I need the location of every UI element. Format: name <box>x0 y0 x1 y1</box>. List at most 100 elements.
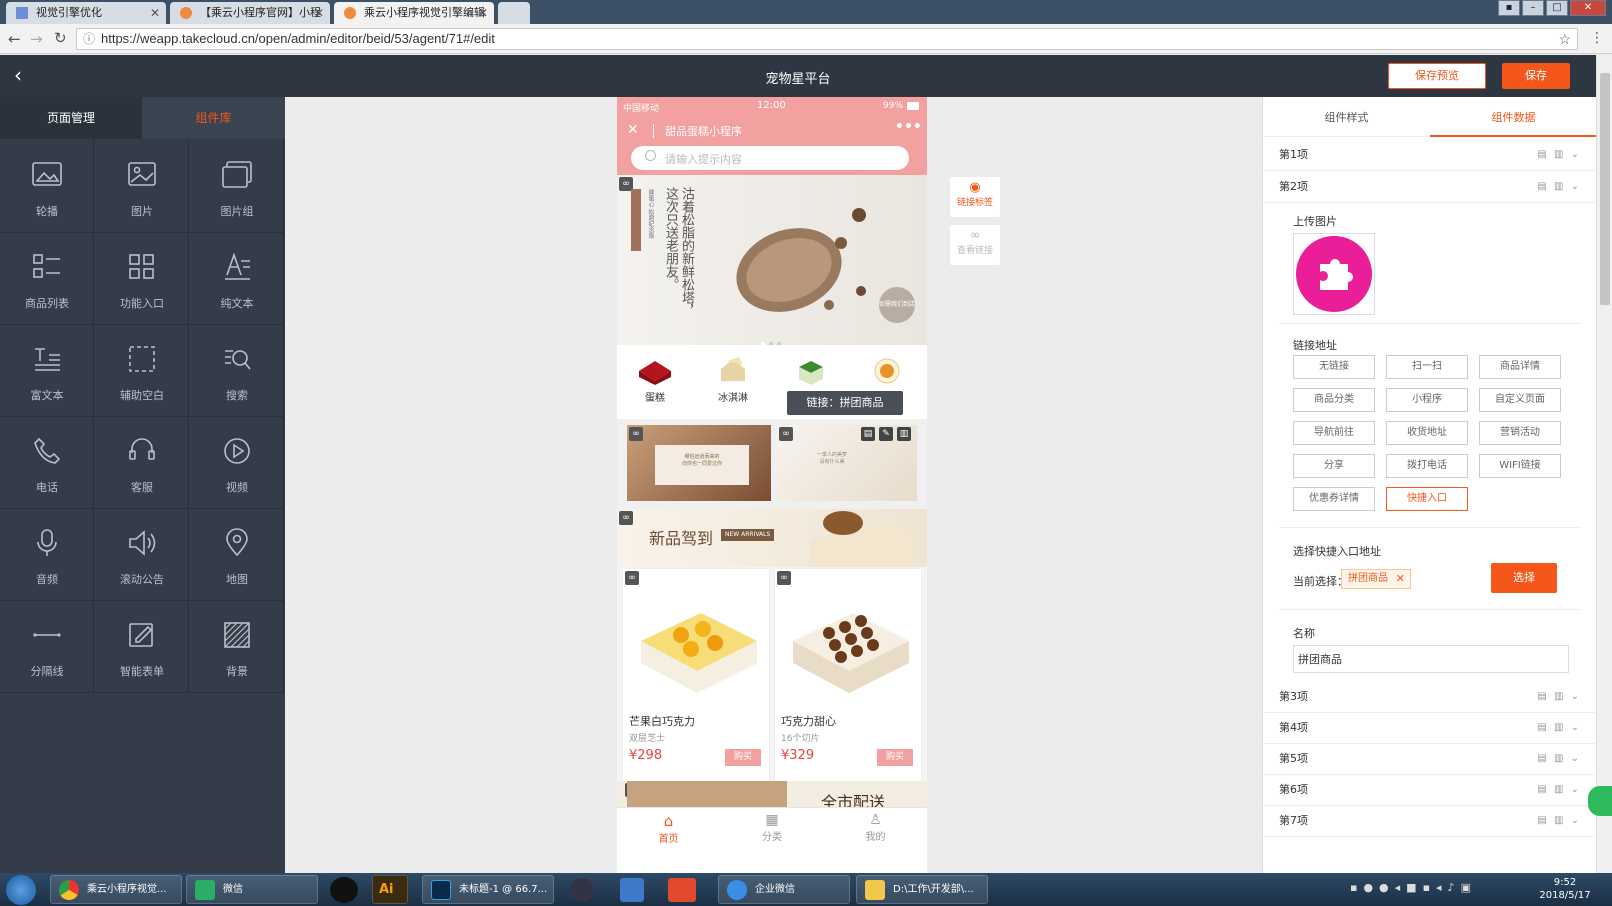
link-type-button[interactable]: 营销活动 <box>1479 421 1561 445</box>
link-type-button[interactable]: 商品分类 <box>1293 388 1375 412</box>
link-type-button[interactable]: 优惠券详情 <box>1293 487 1375 511</box>
tab-home[interactable]: ⌂ 首页 <box>617 812 720 845</box>
tab-category[interactable]: ▦ 分类 <box>720 812 824 843</box>
component-background[interactable]: 背景 <box>190 599 284 693</box>
product-card[interactable]: ∞ 巧克力甜心 16个切片 ¥329 购买 <box>775 569 921 782</box>
browser-tab[interactable]: 【乘云小程序官网】小程 ✕ <box>170 2 330 24</box>
browser-tab[interactable]: 视觉引擎优化 ✕ <box>6 2 166 24</box>
close-icon[interactable]: ✕ <box>627 122 639 138</box>
name-input[interactable] <box>1293 645 1569 673</box>
component-function-entry[interactable]: 功能入口 <box>95 231 189 325</box>
row-actions[interactable]: ▤ ▥ ⌄ <box>1537 743 1581 775</box>
link-type-button[interactable]: 扫一扫 <box>1386 355 1468 379</box>
taskbar-item[interactable]: 乘云小程序视觉... <box>50 875 182 904</box>
tab-component-data[interactable]: 组件数据 <box>1430 97 1596 137</box>
link-type-button[interactable]: 拨打电话 <box>1386 454 1468 478</box>
link-type-button[interactable]: 自定义页面 <box>1479 388 1561 412</box>
view-link-tool[interactable]: ∞ 查看链接 <box>950 225 1000 265</box>
search-input[interactable]: 请输入提示内容 <box>631 146 909 170</box>
back-icon[interactable]: ← <box>8 30 21 48</box>
save-button[interactable]: 保存 <box>1502 63 1570 89</box>
buy-button[interactable]: 购买 <box>877 749 913 766</box>
app-icon[interactable] <box>570 878 594 902</box>
row-actions[interactable]: ▤ ▥ ⌄ <box>1537 139 1581 171</box>
tab-page-management[interactable]: 页面管理 <box>0 97 142 139</box>
close-tab-icon[interactable]: ✕ <box>150 2 160 24</box>
close-window-icon[interactable]: ✕ <box>1570 0 1606 16</box>
upload-image-box[interactable] <box>1293 233 1375 315</box>
item-row[interactable]: 第7项 ▤ ▥ ⌄ <box>1263 805 1596 837</box>
edit-icon[interactable]: ✎ <box>879 427 893 441</box>
link-type-button[interactable]: 小程序 <box>1386 388 1468 412</box>
component-search[interactable]: 搜索 <box>190 323 284 417</box>
component-microphone[interactable]: 音频 <box>0 507 94 601</box>
taskbar-item[interactable]: 企业微信 <box>718 875 850 904</box>
promo-image[interactable]: ∞ 一季人的美梦 没有什么美 ▤ ✎ ▥ <box>777 425 917 501</box>
row-actions[interactable]: ▤ ▥ ⌄ <box>1537 171 1581 203</box>
user-icon[interactable]: ▪ <box>1498 0 1520 16</box>
promo-image[interactable]: ∞ 哪怕远道而来的 向你也一同爱过你 <box>627 425 771 501</box>
link-type-button[interactable]: 收货地址 <box>1386 421 1468 445</box>
bookmark-star-icon[interactable]: ☆ <box>1558 29 1571 49</box>
link-type-button[interactable]: 导航前往 <box>1293 421 1375 445</box>
url-input[interactable]: ⓘ https://weapp.takecloud.cn/open/admin/… <box>76 28 1578 50</box>
link-icon[interactable]: ∞ <box>625 571 639 585</box>
app-icon[interactable] <box>668 878 696 902</box>
copy-icon[interactable]: ▤ <box>861 427 875 441</box>
link-label-tool[interactable]: ◉ 链接标签 <box>950 177 1000 217</box>
banner-carousel[interactable]: ∞ 蜂蜜心 松脂纪念版 这次只送老朋友。 沽着松脂的新鲜松塔， 如需我们到店自取 <box>617 175 927 346</box>
new-arrivals-banner[interactable]: ∞ 新品驾到 NEW ARRIVALS <box>617 509 927 567</box>
qq-icon[interactable] <box>330 877 358 903</box>
app-icon[interactable] <box>620 878 644 902</box>
link-type-button[interactable]: WIFI链接 <box>1479 454 1561 478</box>
carousel-dots[interactable] <box>761 335 783 346</box>
start-button[interactable] <box>6 875 36 905</box>
minimize-icon[interactable]: – <box>1522 0 1544 16</box>
new-tab-button[interactable] <box>498 2 530 24</box>
component-video[interactable]: 视频 <box>190 415 284 509</box>
row-actions[interactable]: ▤ ▥ ⌄ <box>1537 805 1581 837</box>
taskbar-item[interactable]: Ai <box>372 875 408 904</box>
remove-tag-icon[interactable]: ✕ <box>1396 570 1405 588</box>
maximize-icon[interactable]: □ <box>1546 0 1568 16</box>
link-icon[interactable]: ∞ <box>629 427 643 441</box>
close-tab-icon[interactable]: ✕ <box>314 2 324 24</box>
component-phone[interactable]: 电话 <box>0 415 94 509</box>
item-row-expanded[interactable]: 第2项 ▤ ▥ ⌄ <box>1263 171 1596 203</box>
item-row[interactable]: 第6项 ▤ ▥ ⌄ <box>1263 774 1596 806</box>
trash-icon[interactable]: ▥ <box>897 427 911 441</box>
menu-icon[interactable]: ⋮ <box>1590 30 1604 46</box>
component-image-group[interactable]: 图片组 <box>190 139 284 233</box>
component-map-pin[interactable]: 地图 <box>190 507 284 601</box>
row-actions[interactable]: ▤ ▥ ⌄ <box>1537 681 1581 713</box>
component-form[interactable]: 智能表单 <box>95 599 189 693</box>
reload-icon[interactable]: ↻ <box>54 29 67 47</box>
page-scrollbar[interactable] <box>1596 55 1612 873</box>
browser-tab-active[interactable]: 乘云小程序视觉引擎编辑 ✕ <box>334 2 494 24</box>
close-tab-icon[interactable]: ✕ <box>478 2 488 24</box>
category-item[interactable]: 冰淇淋 <box>709 351 757 404</box>
component-plain-text[interactable]: 纯文本 <box>190 231 284 325</box>
tab-mine[interactable]: ♙ 我的 <box>824 812 927 843</box>
tab-component-style[interactable]: 组件样式 <box>1263 97 1430 137</box>
component-carousel[interactable]: 轮播 <box>0 139 94 233</box>
save-preview-button[interactable]: 保存预览 <box>1388 63 1486 89</box>
scrollbar-thumb[interactable] <box>1600 73 1610 305</box>
taskbar-item[interactable]: 未标题-1 @ 66.7... <box>422 875 554 904</box>
link-type-button[interactable]: 分享 <box>1293 454 1375 478</box>
system-clock[interactable]: 9:52 2018/5/17 <box>1530 876 1600 902</box>
component-customer-service[interactable]: 客服 <box>95 415 189 509</box>
link-icon[interactable]: ∞ <box>619 511 633 525</box>
component-blank-space[interactable]: 辅助空白 <box>95 323 189 417</box>
item-row[interactable]: 第1项 ▤ ▥ ⌄ <box>1263 139 1596 171</box>
item-row[interactable]: 第5项 ▤ ▥ ⌄ <box>1263 743 1596 775</box>
row-actions[interactable]: ▤ ▥ ⌄ <box>1537 774 1581 806</box>
category-item[interactable]: 蛋糕 <box>631 351 679 404</box>
choose-button[interactable]: 选择 <box>1491 563 1557 593</box>
link-type-button[interactable]: 无链接 <box>1293 355 1375 379</box>
product-card[interactable]: ∞ 芒果白巧克力 双层芝士 ¥298 购买 <box>623 569 769 782</box>
item-row[interactable]: 第4项 ▤ ▥ ⌄ <box>1263 712 1596 744</box>
tab-component-library[interactable]: 组件库 <box>142 97 285 139</box>
forward-icon[interactable]: → <box>30 30 43 48</box>
component-image[interactable]: 图片 <box>95 139 189 233</box>
